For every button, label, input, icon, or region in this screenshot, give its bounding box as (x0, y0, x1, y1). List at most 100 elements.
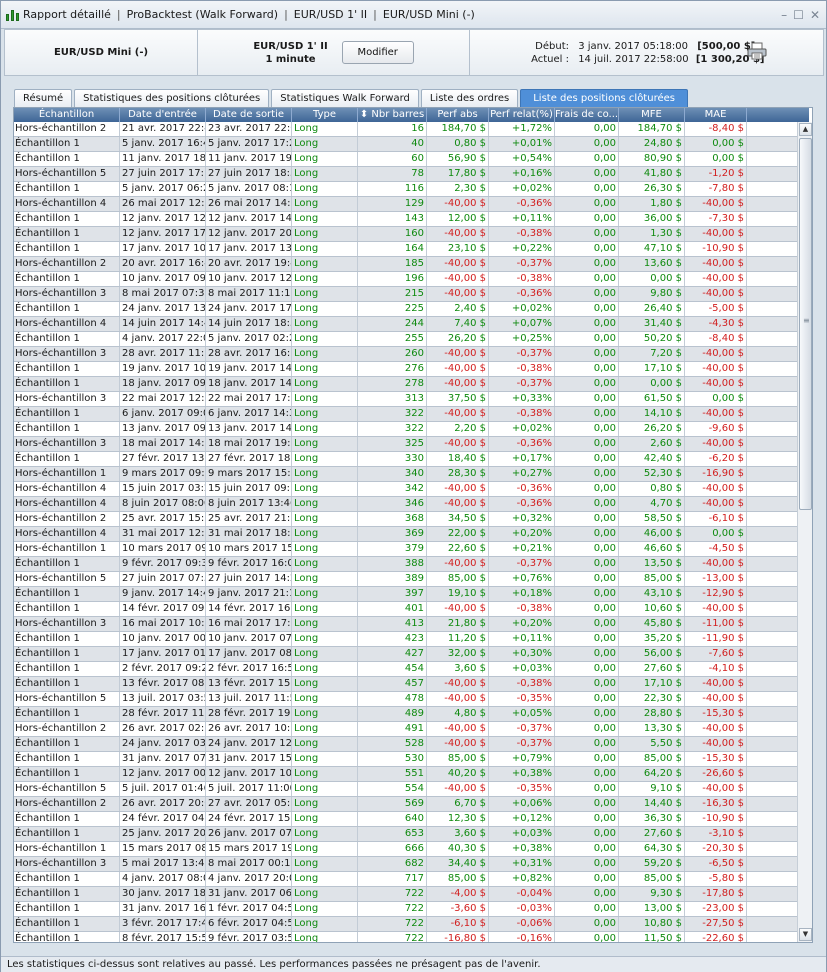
tab-closed-positions-list[interactable]: Liste des positions clôturées (520, 89, 688, 107)
col-mfe-header[interactable]: MFE (619, 108, 685, 122)
table-row[interactable]: Hors-échantillon 226 avr. 2017 20:03:002… (14, 797, 797, 812)
breadcrumb-report[interactable]: Rapport détaillé (23, 8, 111, 21)
table-row[interactable]: Hors-échantillon 225 avr. 2017 15:24:002… (14, 512, 797, 527)
scroll-down-icon[interactable]: ▼ (799, 928, 812, 941)
table-row[interactable]: Échantillon 117 janv. 2017 10:19:0017 ja… (14, 242, 797, 257)
table-row[interactable]: Échantillon 18 févr. 2017 15:52:009 févr… (14, 932, 797, 942)
col-perf-rel-cell: +0,25% (489, 332, 555, 346)
col-bars-cell: 60 (358, 152, 427, 166)
breadcrumb-backtest[interactable]: ProBacktest (Walk Forward) (127, 8, 278, 21)
col-sample-header[interactable]: Échantillon (14, 108, 120, 122)
table-row[interactable]: Hors-échantillon 414 juin 2017 14:47:001… (14, 317, 797, 332)
table-row[interactable]: Échantillon 114 févr. 2017 09:24:0014 fé… (14, 602, 797, 617)
col-sample-cell: Échantillon 1 (14, 647, 120, 661)
breadcrumb-instrument-mini[interactable]: EUR/USD Mini (-) (383, 8, 475, 21)
table-row[interactable]: Échantillon 124 janv. 2017 13:24:0024 ja… (14, 302, 797, 317)
table-row[interactable]: Échantillon 112 janv. 2017 00:51:0012 ja… (14, 767, 797, 782)
col-exit-date-cell: 11 janv. 2017 19:42:00 (208, 152, 292, 166)
table-row[interactable]: Hors-échantillon 322 mai 2017 12:00:0022… (14, 392, 797, 407)
table-row[interactable]: Échantillon 127 févr. 2017 13:21:0027 fé… (14, 452, 797, 467)
table-row[interactable]: Hors-échantillon 35 mai 2017 13:47:008 m… (14, 857, 797, 872)
table-row[interactable]: Échantillon 113 janv. 2017 09:08:0013 ja… (14, 422, 797, 437)
tab-walk-forward-stats[interactable]: Statistiques Walk Forward (271, 89, 419, 107)
col-perf-rel-cell: +0,54% (489, 152, 555, 166)
table-row[interactable]: Hors-échantillon 221 avr. 2017 22:43:002… (14, 122, 797, 137)
table-row[interactable]: Hors-échantillon 513 juil. 2017 03:52:00… (14, 692, 797, 707)
col-perf-abs-header[interactable]: Perf abs (427, 108, 489, 122)
col-sample-cell: Hors-échantillon 3 (14, 392, 120, 406)
table-row[interactable]: Échantillon 130 janv. 2017 18:39:0031 ja… (14, 887, 797, 902)
tab-summary[interactable]: Résumé (14, 89, 73, 107)
table-row[interactable]: Hors-échantillon 220 avr. 2017 16:41:002… (14, 257, 797, 272)
tab-order-list[interactable]: Liste des ordres (420, 89, 519, 107)
col-sample-cell: Échantillon 1 (14, 182, 120, 196)
col-mfe-cell: 1,30 $ (619, 227, 685, 241)
table-row[interactable]: Échantillon 131 janv. 2017 07:02:0031 ja… (14, 752, 797, 767)
col-mae-header[interactable]: MAE (685, 108, 747, 122)
table-row[interactable]: Échantillon 128 févr. 2017 11:24:0028 fé… (14, 707, 797, 722)
table-row[interactable]: Échantillon 112 janv. 2017 17:57:0012 ja… (14, 227, 797, 242)
table-row[interactable]: Échantillon 110 janv. 2017 09:21:0010 ja… (14, 272, 797, 287)
scroll-thumb[interactable]: ≡ (799, 138, 812, 510)
col-mae-cell: -16,90 $ (685, 467, 747, 481)
col-exit-date-cell: 4 janv. 2017 20:02:00 (206, 872, 292, 886)
table-row[interactable]: Hors-échantillon 431 mai 2017 12:28:0031… (14, 527, 797, 542)
col-perf-abs-cell: 85,00 $ (427, 752, 489, 766)
table-row[interactable]: Hors-échantillon 48 juin 2017 08:00:008 … (14, 497, 797, 512)
table-row[interactable]: Échantillon 110 janv. 2017 00:49:0010 ja… (14, 632, 797, 647)
table-row[interactable]: Échantillon 112 janv. 2017 12:07:0012 ja… (14, 212, 797, 227)
table-row[interactable]: Hors-échantillon 110 mars 2017 09:14:001… (14, 542, 797, 557)
table-row[interactable]: Hors-échantillon 19 mars 2017 09:52:009 … (14, 467, 797, 482)
table-row[interactable]: Échantillon 111 janv. 2017 18:42:0011 ja… (14, 152, 797, 167)
table-row[interactable]: Échantillon 15 janv. 2017 16:44:005 janv… (14, 137, 797, 152)
table-row[interactable]: Échantillon 118 janv. 2017 09:23:0018 ja… (14, 377, 797, 392)
col-mae-cell: -20,30 $ (685, 842, 747, 856)
table-row[interactable]: Échantillon 124 janv. 2017 03:17:0024 ja… (14, 737, 797, 752)
modify-button[interactable]: Modifier (341, 41, 414, 64)
table-row[interactable]: Hors-échantillon 226 avr. 2017 02:27:002… (14, 722, 797, 737)
sort-icon[interactable]: ⬍ (360, 109, 372, 120)
table-row[interactable]: Hors-échantillon 318 mai 2017 14:29:0018… (14, 437, 797, 452)
col-bars-cell: 722 (358, 887, 427, 901)
maximize-icon[interactable]: ☐ (793, 8, 804, 22)
table-row[interactable]: Échantillon 19 févr. 2017 09:32:009 févr… (14, 557, 797, 572)
table-row[interactable]: Hors-échantillon 426 mai 2017 12:21:0026… (14, 197, 797, 212)
table-row[interactable]: Échantillon 131 janv. 2017 16:51:001 fév… (14, 902, 797, 917)
col-entry-date-cell: 19 janv. 2017 10:01:00 (122, 362, 206, 376)
table-row[interactable]: Échantillon 19 janv. 2017 14:42:009 janv… (14, 587, 797, 602)
table-row[interactable]: Hors-échantillon 527 juin 2017 17:12:002… (14, 167, 797, 182)
breadcrumb-instrument[interactable]: EUR/USD 1' II (294, 8, 367, 21)
table-row[interactable]: Hors-échantillon 115 mars 2017 08:08:001… (14, 842, 797, 857)
col-exit-date-header[interactable]: Date de sortie (206, 108, 292, 122)
table-row[interactable]: Hors-échantillon 316 mai 2017 10:32:0016… (14, 617, 797, 632)
table-row[interactable]: Échantillon 16 janv. 2017 09:08:006 janv… (14, 407, 797, 422)
table-row[interactable]: Hors-échantillon 55 juil. 2017 01:46:005… (14, 782, 797, 797)
table-row[interactable]: Échantillon 15 janv. 2017 06:20:005 janv… (14, 182, 797, 197)
table-row[interactable]: Hors-échantillon 328 avr. 2017 11:52:002… (14, 347, 797, 362)
table-row[interactable]: Hors-échantillon 527 juin 2017 07:59:002… (14, 572, 797, 587)
col-entry-date-header[interactable]: Date d'entrée (120, 108, 206, 122)
printer-icon[interactable] (747, 42, 767, 60)
minimize-icon[interactable]: – (781, 8, 787, 22)
table-row[interactable]: Échantillon 14 janv. 2017 22:07:005 janv… (14, 332, 797, 347)
table-row[interactable]: Échantillon 14 janv. 2017 08:05:004 janv… (14, 872, 797, 887)
col-exit-date-cell: 22 mai 2017 17:13:00 (208, 392, 292, 406)
col-fees-header[interactable]: Frais de co... (555, 108, 619, 122)
table-row[interactable]: Échantillon 124 févr. 2017 04:30:0024 fé… (14, 812, 797, 827)
table-row[interactable]: Hors-échantillon 38 mai 2017 07:37:008 m… (14, 287, 797, 302)
table-row[interactable]: Échantillon 113 févr. 2017 08:21:0013 fé… (14, 677, 797, 692)
vertical-scrollbar[interactable]: ▲ ≡ ▼ (797, 122, 812, 942)
table-row[interactable]: Hors-échantillon 415 juin 2017 03:26:001… (14, 482, 797, 497)
col-bars-header[interactable]: ⬍ Nbr barres (358, 108, 427, 122)
table-row[interactable]: Échantillon 12 févr. 2017 09:23:002 févr… (14, 662, 797, 677)
table-row[interactable]: Échantillon 125 janv. 2017 20:43:0026 ja… (14, 827, 797, 842)
col-mfe-cell: 59,20 $ (619, 857, 685, 871)
col-perf-rel-header[interactable]: Perf relat(%) (489, 108, 555, 122)
table-row[interactable]: Échantillon 13 févr. 2017 17:42:006 févr… (14, 917, 797, 932)
table-row[interactable]: Échantillon 117 janv. 2017 01:13:0017 ja… (14, 647, 797, 662)
close-icon[interactable]: ✕ (810, 8, 820, 22)
tab-closed-position-stats[interactable]: Statistiques des positions clôturées (74, 89, 270, 107)
scroll-up-icon[interactable]: ▲ (799, 123, 812, 136)
col-type-header[interactable]: Type (292, 108, 358, 122)
table-row[interactable]: Échantillon 119 janv. 2017 10:01:0019 ja… (14, 362, 797, 377)
